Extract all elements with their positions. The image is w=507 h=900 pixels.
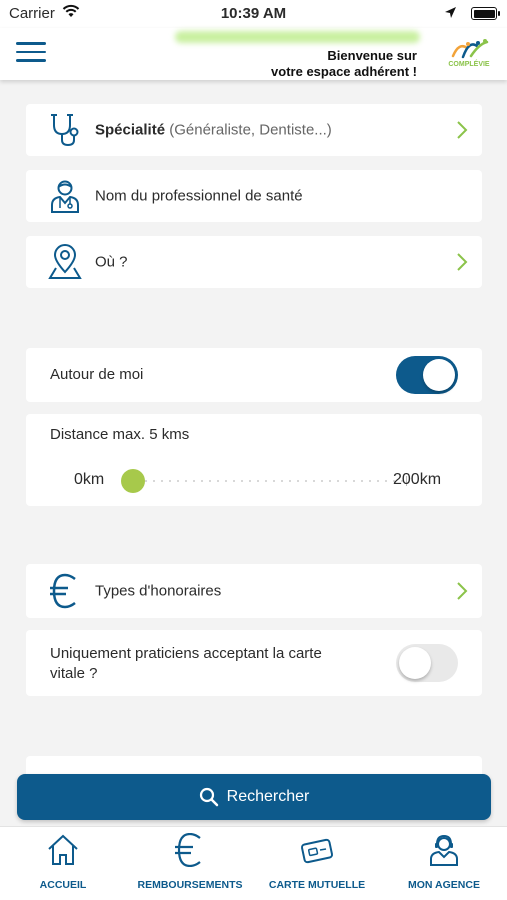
autour-de-moi-row: Autour de moi [26,348,482,402]
rechercher-button[interactable]: Rechercher [17,774,491,820]
carte-vitale-row: Uniquement praticiens acceptant la carte… [26,630,482,696]
euro-icon [175,833,201,867]
carte-vitale-label: Uniquement praticiens acceptant la carte… [50,644,322,684]
stethoscope-icon [51,114,79,147]
chevron-right-icon [457,253,468,271]
carte-vitale-label-line-1: Uniquement praticiens acceptant la carte [50,645,322,662]
carte-vitale-label-line-2: vitale ? [50,665,98,682]
rechercher-label: Rechercher [226,788,310,805]
status-bar: Carrier 10:39 AM [0,0,507,28]
battery-icon [471,7,500,20]
nom-professionnel-field[interactable]: Nom du professionnel de santé [26,170,482,222]
nav-mon-agence[interactable]: MON AGENCE [381,833,507,897]
blurred-user-name [175,31,420,43]
search-form: Spécialité (Généraliste, Dentiste...) No… [0,80,507,825]
nom-professionnel-label: Nom du professionnel de santé [95,187,303,205]
app-header: Bienvenue sur votre espace adhérent ! CO… [0,28,507,80]
autour-de-moi-label: Autour de moi [50,366,144,383]
nav-remboursements-label: REMBOURSEMENTS [137,879,243,891]
distance-slider-track[interactable] [126,480,408,482]
home-icon [48,834,78,865]
clock: 10:39 AM [220,5,287,22]
location-arrow-icon [445,7,456,18]
welcome-line-2: votre espace adhérent ! [271,64,417,79]
autour-de-moi-toggle[interactable] [396,356,458,394]
specialite-label: Spécialité (Généraliste, Dentiste...) [95,121,332,139]
distance-min-label: 0km [74,471,105,488]
ou-field[interactable]: Où ? [26,236,482,288]
types-honoraires-label: Types d'honoraires [95,582,222,600]
bottom-navigation: ACCUEIL REMBOURSEMENTS CARTE MUTUELLE MO… [0,826,507,900]
nav-mon-agence-label: MON AGENCE [408,879,480,891]
search-area: Rechercher [0,772,507,826]
welcome-line-1: Bienvenue sur [327,48,417,63]
logo-figures-icon [451,39,489,59]
distance-label: Distance max. 5 kms [50,426,190,443]
nav-accueil-label: ACCUEIL [39,879,87,891]
agent-icon [430,834,458,866]
logo-text: COMPLÉVIE [448,61,490,68]
doctor-icon [51,180,79,213]
ou-label: Où ? [95,253,128,271]
card-icon [300,838,334,864]
welcome-message: Bienvenue sur votre espace adhérent ! [271,48,417,80]
chevron-right-icon [457,582,468,600]
nav-remboursements[interactable]: REMBOURSEMENTS [127,833,253,897]
distance-slider-thumb[interactable] [121,469,146,493]
nav-carte-mutuelle-label: CARTE MUTUELLE [268,879,366,891]
distance-max-label: 200km [393,471,442,488]
euro-icon [50,573,76,609]
nav-accueil[interactable]: ACCUEIL [0,833,126,897]
complevie-logo: COMPLÉVIE [447,38,491,70]
menu-icon[interactable] [16,42,46,64]
specialite-hint: (Généraliste, Dentiste...) [169,121,332,139]
chevron-right-icon [457,121,468,139]
nav-carte-mutuelle[interactable]: CARTE MUTUELLE [254,833,380,897]
search-icon [199,787,218,807]
types-honoraires-field[interactable]: Types d'honoraires [26,564,482,618]
map-pin-icon [48,244,82,279]
carte-vitale-toggle[interactable] [396,644,458,682]
distance-card: Distance max. 5 kms 0km 200km [26,414,482,506]
specialite-field[interactable]: Spécialité (Généraliste, Dentiste...) [26,104,482,156]
